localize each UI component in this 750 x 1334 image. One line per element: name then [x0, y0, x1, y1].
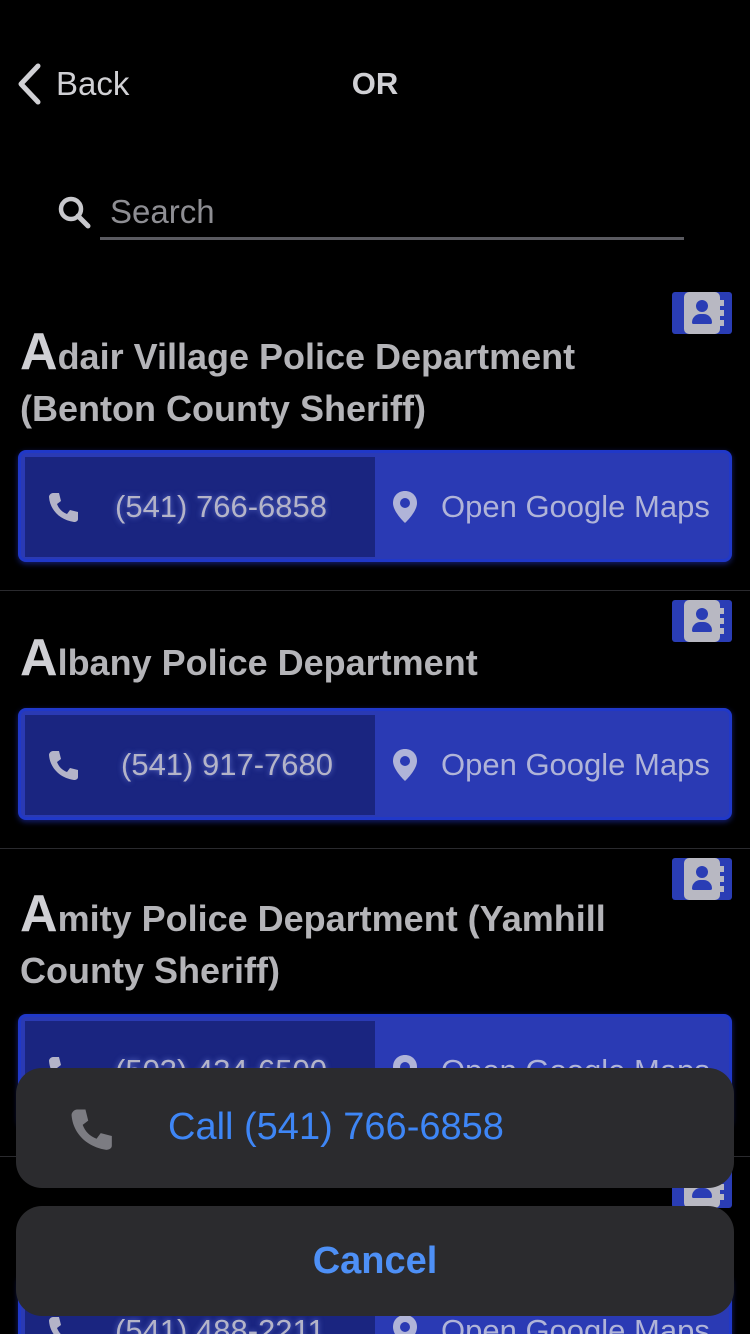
name-initial: A: [20, 885, 58, 943]
action-buttons: (541) 766-6858 Open Google Maps: [18, 450, 732, 562]
add-contact-button[interactable]: [672, 600, 732, 642]
contact-card-icon: [684, 292, 724, 334]
list-item: Albany Police Department (541) 917-7680 …: [0, 600, 750, 848]
cancel-button[interactable]: Cancel: [16, 1206, 734, 1316]
call-label: Call (541) 766-6858: [168, 1106, 504, 1148]
department-name: Albany Police Department: [20, 632, 660, 689]
phone-icon: [71, 1109, 112, 1150]
open-maps-button[interactable]: Open Google Maps: [383, 715, 729, 815]
maps-label: Open Google Maps: [441, 489, 710, 524]
divider: [0, 848, 750, 849]
search-bar: [56, 186, 686, 246]
phone-icon: [49, 1317, 70, 1334]
list-item: Adair Village Police Department (Benton …: [0, 292, 750, 590]
phone-button[interactable]: (541) 917-7680: [25, 715, 375, 815]
name-initial: A: [20, 629, 58, 687]
page-title: OR: [351, 66, 399, 101]
open-maps-button[interactable]: Open Google Maps: [383, 457, 729, 557]
contact-card-icon: [684, 858, 724, 900]
navigation-bar: Back OR: [0, 0, 750, 170]
phone-icon: [49, 751, 78, 780]
department-name: Amity Police Department (Yamhill County …: [20, 888, 660, 997]
phone-icon: [49, 493, 78, 522]
name-rest: dair Village Police Department (Benton C…: [20, 336, 576, 429]
search-icon: [58, 196, 91, 229]
maps-label: Open Google Maps: [441, 1313, 710, 1334]
location-pin-icon: [393, 749, 417, 781]
maps-label: Open Google Maps: [441, 747, 710, 782]
location-pin-icon: [393, 491, 417, 523]
cancel-label: Cancel: [312, 1239, 438, 1282]
add-contact-button[interactable]: [672, 858, 732, 900]
phone-number: (541) 766-6858: [115, 489, 327, 524]
name-rest: lbany Police Department: [57, 642, 478, 683]
department-name: Adair Village Police Department (Benton …: [20, 326, 660, 435]
name-initial: A: [20, 323, 58, 381]
contact-card-icon: [684, 600, 724, 642]
phone-button[interactable]: (541) 766-6858: [25, 457, 375, 557]
location-pin-icon: [393, 1315, 417, 1334]
name-rest: mity Police Department (Yamhill County S…: [20, 898, 606, 991]
search-input[interactable]: [100, 186, 684, 240]
divider: [0, 590, 750, 591]
add-contact-button[interactable]: [672, 292, 732, 334]
action-buttons: (541) 917-7680 Open Google Maps: [18, 708, 732, 820]
phone-number: (541) 917-7680: [121, 747, 333, 782]
call-action-button[interactable]: Call (541) 766-6858: [16, 1068, 734, 1188]
phone-number: (541) 488-2211: [115, 1313, 325, 1334]
